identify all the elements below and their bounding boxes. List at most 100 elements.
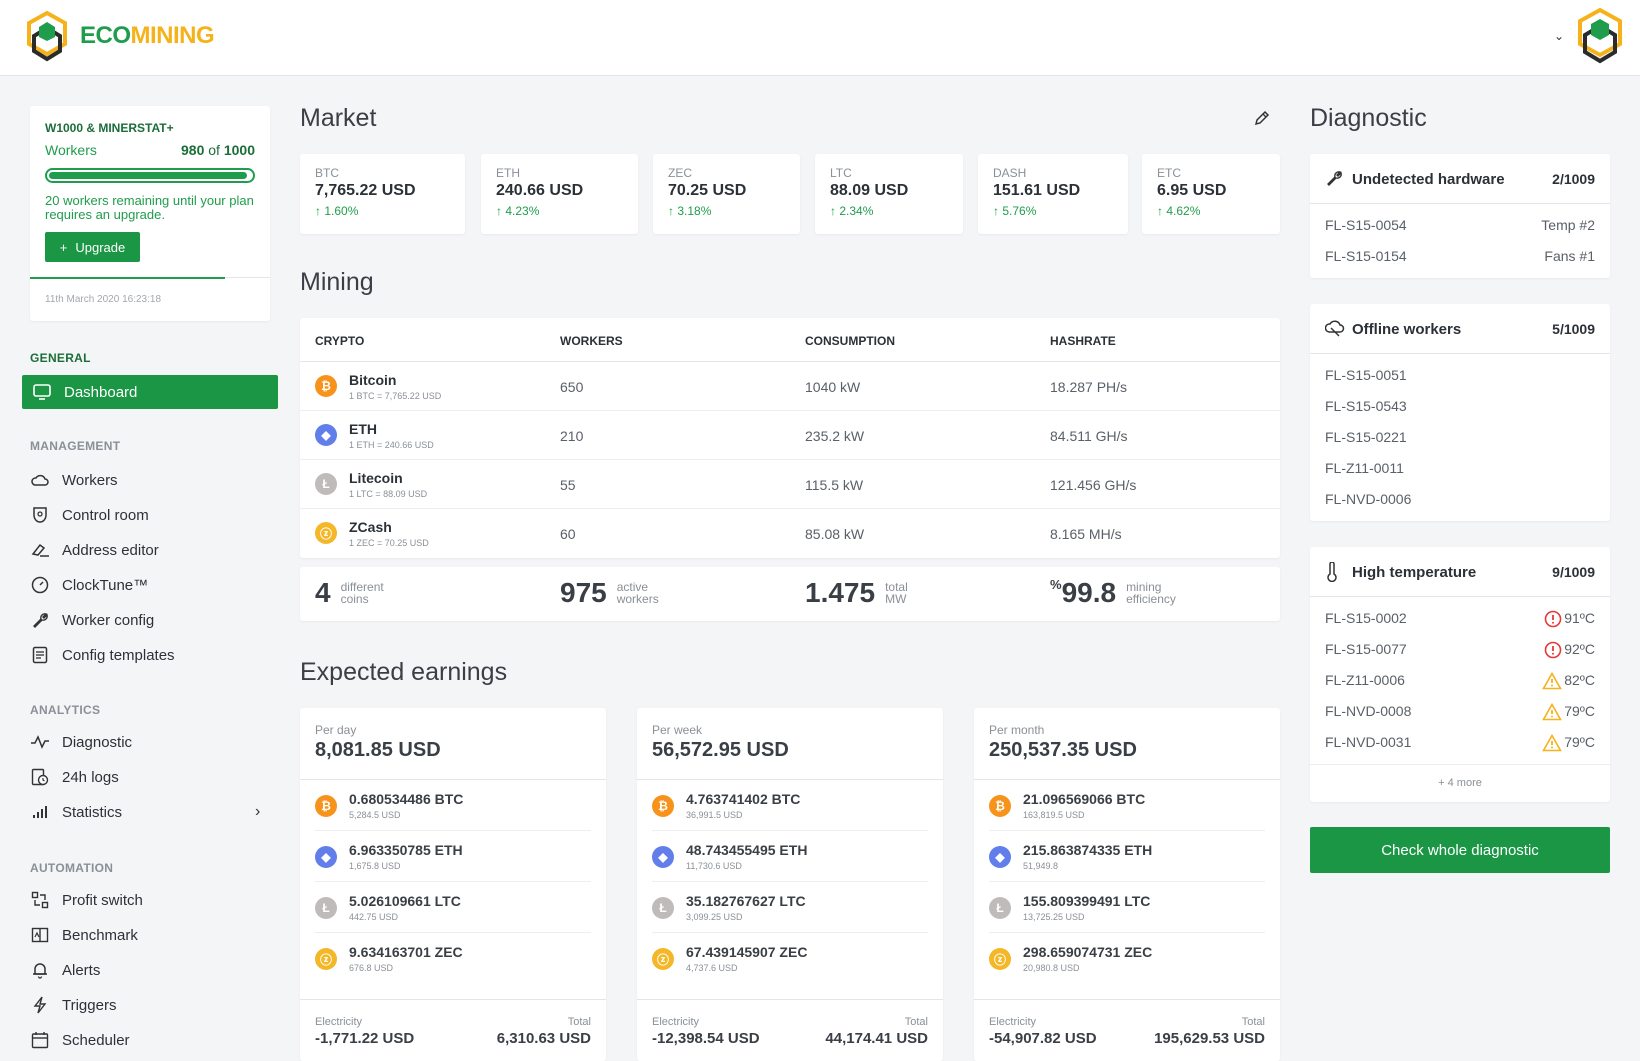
market-symbol: LTC [830, 166, 852, 180]
market-card-dash[interactable]: DASH 151.61 USD ↑ 5.76% [978, 154, 1128, 234]
eraser-icon [30, 540, 50, 560]
issue-label: Temp #2 [1541, 217, 1595, 233]
sidebar-item-dashboard[interactable]: Dashboard [22, 375, 278, 409]
temperature-value: 79ºC [1564, 734, 1595, 750]
logo[interactable]: ECOMINING [22, 10, 215, 62]
table-row[interactable]: ₿ Bitcoin 1 BTC = 7,765.22 USD 650 1040 … [300, 362, 1280, 411]
worker-id: FL-S15-0051 [1325, 367, 1407, 383]
market-card-eth[interactable]: ETH 240.66 USD ↑ 4.23% [481, 154, 638, 234]
list-item[interactable]: FL-S15-0221 [1310, 422, 1610, 453]
market-change: ↑ 5.76% [993, 204, 1037, 218]
list-item[interactable]: FL-S15-0154 Fans #1 [1310, 241, 1610, 272]
litecoin-icon: Ł [989, 897, 1011, 919]
sidebar-item-config-templates[interactable]: Config templates [30, 643, 175, 667]
sidebar-item-worker-config[interactable]: Worker config [30, 608, 154, 632]
total-value: 6,310.63 USD [496, 1030, 591, 1047]
sidebar-item-triggers[interactable]: Triggers [30, 993, 116, 1017]
bitcoin-icon: ₿ [989, 795, 1011, 817]
card-header[interactable]: Offline workers 5/1009 [1310, 304, 1610, 354]
earnings-card-day: Per day 8,081.85 USD ₿ 0.680534486 BTC 5,2… [300, 708, 606, 1061]
show-more-link[interactable]: + 4 more [1310, 764, 1610, 802]
market-card-ltc[interactable]: LTC 88.09 USD ↑ 2.34% [815, 154, 963, 234]
chevron-down-icon[interactable]: ⌄ [1554, 29, 1564, 43]
column-header-workers[interactable]: WORKERS [560, 334, 623, 348]
table-row[interactable]: Ł Litecoin 1 LTC = 88.09 USD 55 115.5 kW… [300, 460, 1280, 509]
list-item: ⓩ 67.439145907 ZEC 4,737.6 USD [652, 933, 928, 984]
sidebar-item-statistics[interactable]: Statistics [30, 800, 122, 824]
worker-id: FL-NVD-0006 [1325, 491, 1412, 507]
upgrade-button[interactable]: + Upgrade [45, 232, 140, 262]
earnings-total: 56,572.95 USD [652, 739, 789, 761]
nav-section-management: MANAGEMENT [30, 439, 121, 453]
warning-icon [1542, 702, 1562, 724]
column-header-hashrate[interactable]: HASHRATE [1050, 334, 1116, 348]
column-header-consumption[interactable]: CONSUMPTION [805, 334, 895, 348]
check-diagnostic-button[interactable]: Check whole diagnostic [1310, 827, 1610, 873]
earnings-total: 8,081.85 USD [315, 739, 441, 761]
plan-workers-count: 980 of 1000 [181, 142, 255, 158]
list-item[interactable]: FL-NVD-0031 79ºC [1310, 727, 1610, 758]
list-item[interactable]: FL-Z11-0011 [1310, 453, 1610, 484]
list-item[interactable]: FL-NVD-0006 [1310, 484, 1610, 515]
card-header[interactable]: Undetected hardware 2/1009 [1310, 154, 1610, 204]
sidebar-item-alerts[interactable]: Alerts [30, 958, 100, 982]
sidebar-item-clocktune[interactable]: ClockTune™ [30, 573, 148, 597]
sidebar-item-label: Profit switch [62, 891, 143, 909]
sidebar-item-benchmark[interactable]: Benchmark [30, 923, 138, 947]
sidebar-item-diagnostic[interactable]: Diagnostic [30, 730, 132, 754]
mining-summary: 4 different coins 975 active workers 1.475… [300, 567, 1280, 621]
coin-usd: 20,980.8 USD [1023, 963, 1080, 973]
list-item: Ł 5.026109661 LTC 442.75 USD [315, 882, 591, 933]
brand-name: ECOMINING [80, 22, 215, 49]
avatar[interactable] [1570, 6, 1630, 66]
earnings-period: Per week [652, 723, 703, 737]
list-item[interactable]: FL-Z11-0006 82ºC [1310, 665, 1610, 696]
lightning-icon [30, 995, 50, 1015]
mining-title: Mining [300, 268, 374, 296]
list-item[interactable]: FL-S15-0543 [1310, 391, 1610, 422]
table-row[interactable]: ◆ ETH 1 ETH = 240.66 USD 210 235.2 kW 84… [300, 411, 1280, 460]
market-change: ↑ 4.62% [1157, 204, 1201, 218]
sidebar-item-label: Config templates [62, 646, 175, 664]
sidebar-item-scheduler[interactable]: Scheduler [30, 1028, 130, 1052]
plan-usage-bar [45, 168, 255, 183]
sidebar-item-profit-switch[interactable]: Profit switch [30, 888, 143, 912]
zcash-icon: ⓩ [989, 948, 1011, 970]
total-label: Total [567, 1016, 591, 1028]
sidebar-item-control-room[interactable]: Control room [30, 503, 149, 527]
coin-rate: 1 LTC = 88.09 USD [349, 489, 428, 499]
bitcoin-icon: ₿ [315, 795, 337, 817]
temperature-value: 79ºC [1564, 703, 1595, 719]
sidebar-item-24h-logs[interactable]: 24h logs [30, 765, 119, 789]
chevron-right-icon[interactable]: › [255, 803, 260, 821]
list-item[interactable]: FL-S15-0054 Temp #2 [1310, 210, 1610, 241]
sidebar-item-address-editor[interactable]: Address editor [30, 538, 159, 562]
list-item[interactable]: FL-S15-0051 [1310, 360, 1610, 391]
edit-icon[interactable] [1253, 110, 1271, 131]
market-price: 88.09 USD [830, 182, 909, 199]
market-card-btc[interactable]: BTC 7,765.22 USD ↑ 1.60% [300, 154, 465, 234]
coin-amount: 6.963350785 ETH [349, 842, 463, 858]
coin-usd: 51,949.8 [1023, 861, 1059, 871]
earnings-footer: Electricity -54,907.82 USD Total 195,629… [974, 999, 1280, 1061]
list-item[interactable]: FL-S15-0077 92ºC [1310, 634, 1610, 665]
total-label: Total [1241, 1016, 1265, 1028]
list-item: ◆ 6.963350785 ETH 1,675.8 USD [315, 831, 591, 882]
market-card-etc[interactable]: ETC 6.95 USD ↑ 4.62% [1142, 154, 1280, 234]
market-card-zec[interactable]: ZEC 70.25 USD ↑ 3.18% [653, 154, 800, 234]
warning-icon [1542, 671, 1562, 693]
list-item: ⓩ 9.634163701 ZEC 676.8 USD [315, 933, 591, 984]
card-title: Undetected hardware [1352, 171, 1505, 188]
cloud-offline-icon [1324, 319, 1345, 340]
list-item[interactable]: FL-S15-0002 91ºC [1310, 603, 1610, 634]
litecoin-icon: Ł [652, 897, 674, 919]
hashrate-cell: 121.456 GH/s [1050, 477, 1137, 493]
table-row[interactable]: ⓩ ZCash 1 ZEC = 70.25 USD 60 85.08 kW 8.… [300, 509, 1280, 558]
list-item[interactable]: FL-NVD-0008 79ºC [1310, 696, 1610, 727]
column-header-crypto[interactable]: CRYPTO [315, 334, 364, 348]
card-header[interactable]: High temperature 9/1009 [1310, 547, 1610, 597]
divider-accent [30, 277, 225, 279]
electricity-label: Electricity [315, 1016, 363, 1028]
sidebar-item-workers[interactable]: Workers [30, 468, 118, 492]
user-menu[interactable]: ⌄ [1554, 6, 1630, 66]
